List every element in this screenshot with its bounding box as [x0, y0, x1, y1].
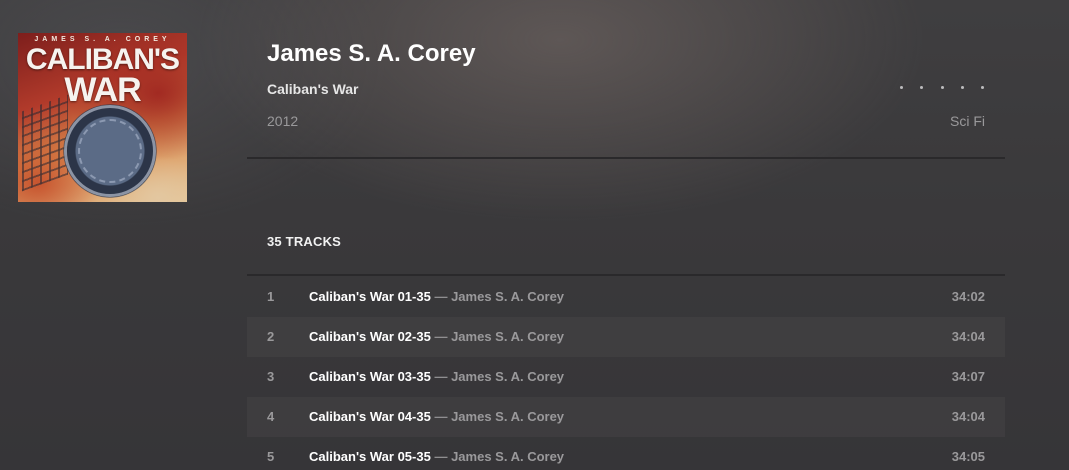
track-title-line: Caliban's War 03-35 — James S. A. Corey: [309, 369, 564, 384]
track-number: 4: [267, 409, 275, 424]
track-title: Caliban's War 01-35: [309, 289, 431, 304]
rating-star-5-icon[interactable]: [981, 85, 984, 89]
track-title: Caliban's War 02-35: [309, 329, 431, 344]
track-separator: —: [434, 369, 448, 384]
track-row[interactable]: 5 Caliban's War 05-35 — James S. A. Core…: [247, 437, 1005, 470]
tracks-count-heading: 35 TRACKS: [267, 234, 342, 249]
album-art[interactable]: JAMES S. A. COREY CALIBAN'S WAR: [18, 33, 187, 202]
tracks-divider: [247, 274, 1005, 276]
album-title: Caliban's War: [267, 81, 359, 97]
track-title: Caliban's War 04-35: [309, 409, 431, 424]
track-title-line: Caliban's War 02-35 — James S. A. Corey: [309, 329, 564, 344]
track-number: 2: [267, 329, 275, 344]
track-separator: —: [434, 329, 448, 344]
track-separator: —: [434, 409, 448, 424]
album-year: 2012: [267, 113, 299, 129]
track-duration: 34:05: [951, 449, 985, 464]
track-list: 1 Caliban's War 01-35 — James S. A. Core…: [247, 277, 1005, 470]
track-number: 3: [267, 369, 275, 384]
cover-artwork-inner-ring: [78, 119, 142, 183]
track-title: Caliban's War 05-35: [309, 449, 431, 464]
track-duration: 34:07: [951, 369, 985, 384]
rating-star-2-icon[interactable]: [920, 85, 924, 89]
track-number: 1: [267, 289, 275, 304]
track-duration: 34:04: [951, 329, 985, 344]
rating-star-4-icon[interactable]: [960, 85, 964, 89]
track-separator: —: [434, 289, 448, 304]
track-row[interactable]: 4 Caliban's War 04-35 — James S. A. Core…: [247, 397, 1005, 437]
track-title-line: Caliban's War 01-35 — James S. A. Corey: [309, 289, 564, 304]
track-row[interactable]: 1 Caliban's War 01-35 — James S. A. Core…: [247, 277, 1005, 317]
track-artist[interactable]: James S. A. Corey: [451, 329, 564, 344]
track-artist[interactable]: James S. A. Corey: [451, 409, 564, 424]
track-artist[interactable]: James S. A. Corey: [451, 449, 564, 464]
rating-stars[interactable]: [900, 80, 984, 94]
track-row[interactable]: 2 Caliban's War 02-35 — James S. A. Core…: [247, 317, 1005, 357]
rating-star-1-icon[interactable]: [900, 85, 903, 89]
track-artist[interactable]: James S. A. Corey: [451, 369, 564, 384]
cover-author-text: JAMES S. A. COREY: [34, 36, 171, 43]
track-title-line: Caliban's War 05-35 — James S. A. Corey: [309, 449, 564, 464]
track-separator: —: [434, 449, 448, 464]
cover-artwork-lattice: [22, 94, 68, 192]
rating-star-3-icon[interactable]: [940, 85, 944, 89]
track-artist[interactable]: James S. A. Corey: [451, 289, 564, 304]
track-row[interactable]: 3 Caliban's War 03-35 — James S. A. Core…: [247, 357, 1005, 397]
track-title: Caliban's War 03-35: [309, 369, 431, 384]
track-number: 5: [267, 449, 275, 464]
track-duration: 34:04: [951, 409, 985, 424]
artist-name[interactable]: James S. A. Corey: [267, 40, 476, 68]
cover-title-line2: WAR: [64, 71, 141, 109]
header-divider: [247, 157, 1005, 159]
track-title-line: Caliban's War 04-35 — James S. A. Corey: [309, 409, 564, 424]
album-genre[interactable]: Sci Fi: [950, 113, 985, 129]
track-duration: 34:02: [951, 289, 985, 304]
